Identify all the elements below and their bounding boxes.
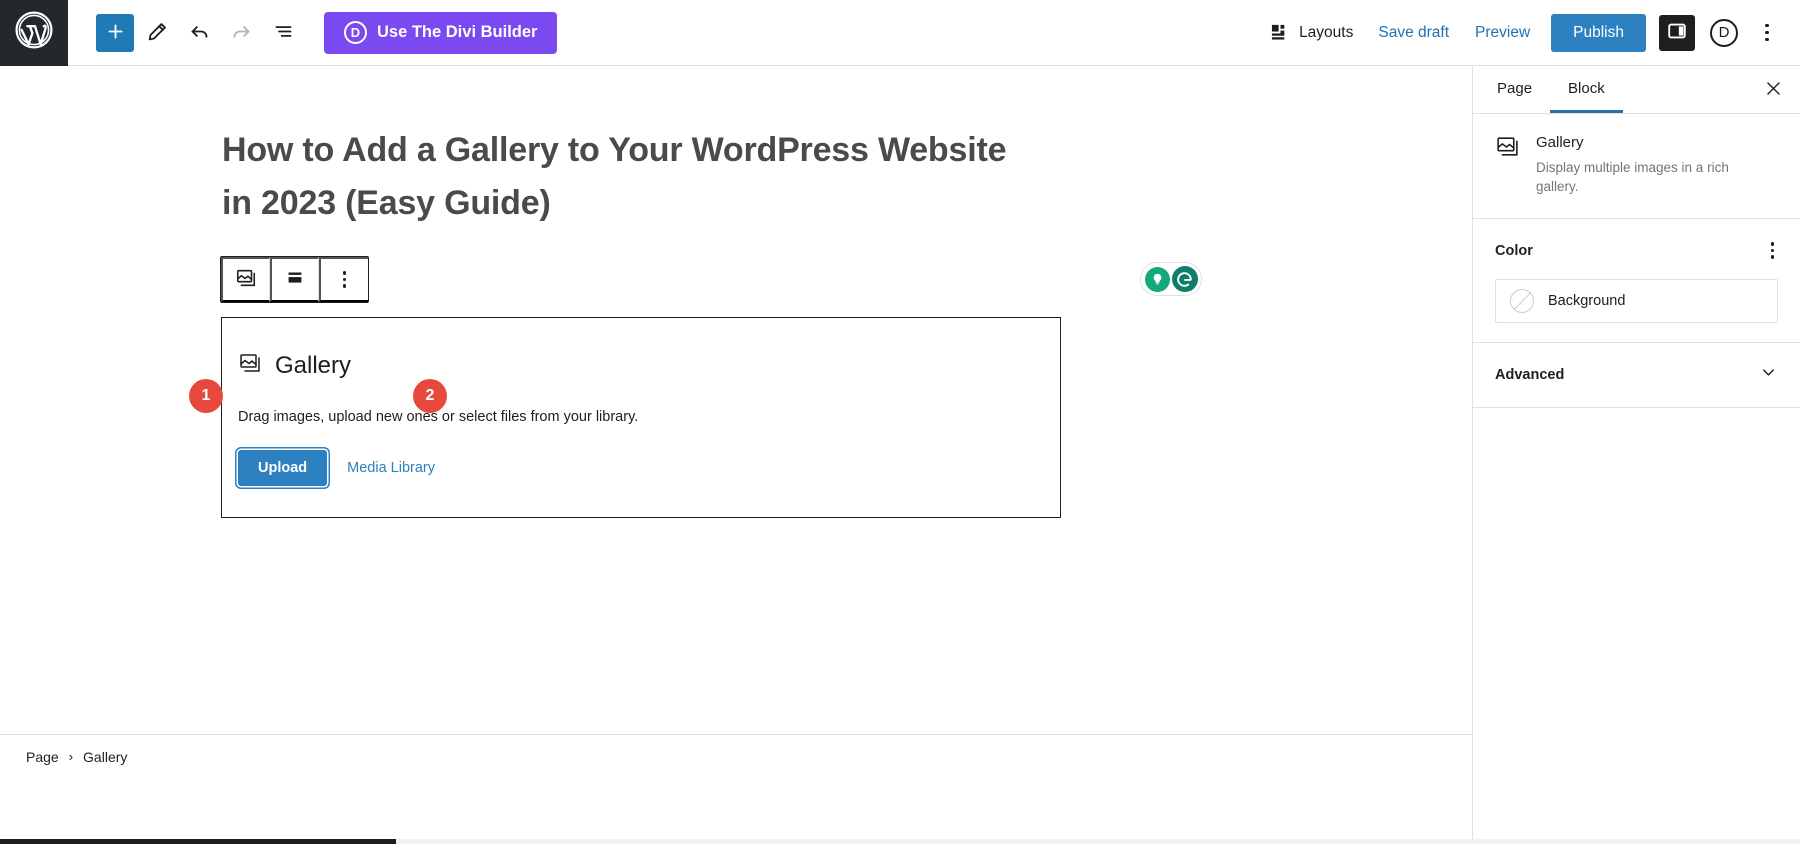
kebab-dot — [342, 284, 347, 288]
sidebar-tabs: Page Block — [1473, 66, 1800, 114]
grammarly-assistant-bulb-icon[interactable] — [1144, 266, 1170, 292]
sidebar-block-info: Gallery Display multiple images in a ric… — [1473, 114, 1800, 220]
redo-icon — [231, 21, 252, 45]
advanced-section-title: Advanced — [1495, 366, 1565, 383]
publish-button[interactable]: Publish — [1551, 13, 1646, 52]
sidebar-block-description: Display multiple images in a rich galler… — [1536, 160, 1729, 195]
annotation-badge-2: 2 — [413, 379, 447, 413]
divi-options-button[interactable]: D — [1706, 15, 1742, 51]
sidebar-block-text: Gallery Display multiple images in a ric… — [1536, 134, 1736, 196]
background-color-row[interactable]: Background — [1495, 278, 1778, 323]
annotation-badge-1: 1 — [189, 379, 223, 413]
gallery-icon — [235, 267, 257, 292]
settings-sidebar-toggle-button[interactable] — [1659, 14, 1695, 51]
no-color-swatch-icon — [1510, 288, 1534, 313]
color-options-button[interactable] — [1767, 238, 1778, 263]
wordpress-logo-button[interactable] — [0, 0, 68, 66]
tab-block[interactable]: Block — [1550, 66, 1623, 113]
block-type-gallery-button[interactable] — [221, 257, 270, 302]
breadcrumb-item-gallery[interactable]: Gallery — [83, 749, 127, 765]
color-section-title: Color — [1495, 242, 1533, 259]
editor-canvas[interactable]: How to Add a Gallery to Your WordPress W… — [0, 66, 1472, 778]
breadcrumb: Page › Gallery — [0, 734, 1472, 778]
pencil-icon — [147, 21, 168, 45]
kebab-dot — [1770, 242, 1774, 246]
grammarly-logo-icon[interactable] — [1171, 266, 1198, 292]
save-draft-button[interactable]: Save draft — [1365, 15, 1462, 51]
advanced-section-toggle[interactable]: Advanced — [1473, 343, 1800, 408]
sidebar-block-name: Gallery — [1536, 134, 1584, 151]
editor-options-button[interactable] — [1750, 15, 1784, 51]
sidebar-panel-icon — [1666, 20, 1688, 45]
plus-icon — [105, 21, 126, 45]
close-sidebar-button[interactable] — [1756, 73, 1790, 107]
upload-button[interactable]: Upload — [238, 450, 328, 486]
gallery-icon — [238, 351, 262, 380]
breadcrumb-item-page[interactable]: Page — [26, 749, 59, 765]
details-button[interactable] — [264, 14, 302, 52]
kebab-dot — [1765, 37, 1769, 42]
block-toolbar — [220, 256, 369, 303]
preview-button[interactable]: Preview — [1462, 15, 1543, 51]
color-section-header: Color — [1495, 238, 1778, 263]
kebab-dot — [1765, 23, 1769, 28]
divi-circle-icon: D — [1710, 18, 1738, 47]
settings-sidebar: Page Block Gallery Display multiple imag… — [1472, 66, 1800, 844]
kebab-dot — [342, 271, 347, 275]
layouts-button[interactable]: Layouts — [1259, 15, 1365, 50]
list-view-icon — [273, 21, 294, 45]
layouts-label: Layouts — [1299, 23, 1354, 41]
media-library-button[interactable]: Media Library — [347, 460, 435, 476]
gallery-block-actions: Upload Media Library — [238, 450, 1044, 486]
horizontal-scrollbar-thumb[interactable] — [0, 839, 396, 844]
gallery-icon — [1495, 134, 1520, 196]
chevron-down-icon — [1759, 363, 1778, 387]
background-color-label: Background — [1548, 292, 1626, 309]
gallery-block-header: Gallery — [238, 351, 1044, 380]
divi-logo-icon: D — [344, 21, 367, 44]
kebab-icon — [342, 271, 347, 288]
kebab-dot — [1770, 248, 1774, 253]
post-title[interactable]: How to Add a Gallery to Your WordPress W… — [222, 124, 1042, 229]
close-icon — [1764, 79, 1783, 101]
use-divi-builder-button[interactable]: D Use The Divi Builder — [324, 11, 558, 54]
color-section: Color Background — [1473, 219, 1800, 343]
kebab-dot — [1765, 30, 1769, 35]
breadcrumb-separator-icon: › — [68, 749, 74, 764]
tab-page[interactable]: Page — [1479, 66, 1550, 113]
kebab-dot — [1770, 255, 1774, 259]
gallery-block-title: Gallery — [275, 351, 352, 379]
add-block-button[interactable] — [96, 13, 134, 52]
divi-builder-label: Use The Divi Builder — [377, 23, 538, 41]
top-bar-tools — [96, 13, 302, 52]
horizontal-scrollbar-track[interactable] — [0, 839, 1800, 844]
align-button[interactable] — [270, 257, 319, 302]
kebab-dot — [342, 277, 347, 282]
align-icon — [284, 267, 306, 292]
gallery-placeholder-block[interactable]: Gallery Drag images, upload new ones or … — [221, 317, 1061, 518]
edit-tool-button[interactable] — [138, 14, 176, 52]
undo-icon — [189, 21, 210, 45]
editor-top-bar: D Use The Divi Builder Layouts Save draf… — [0, 0, 1800, 66]
grammarly-widget[interactable] — [1140, 262, 1202, 296]
layouts-icon — [1271, 23, 1290, 42]
block-options-button[interactable] — [319, 257, 368, 302]
wordpress-logo-icon — [15, 11, 53, 54]
undo-button[interactable] — [180, 14, 218, 52]
gallery-block-description: Drag images, upload new ones or select f… — [238, 409, 639, 425]
top-bar-actions: Layouts Save draft Preview Publish D — [1259, 13, 1800, 52]
redo-button[interactable] — [222, 14, 260, 52]
